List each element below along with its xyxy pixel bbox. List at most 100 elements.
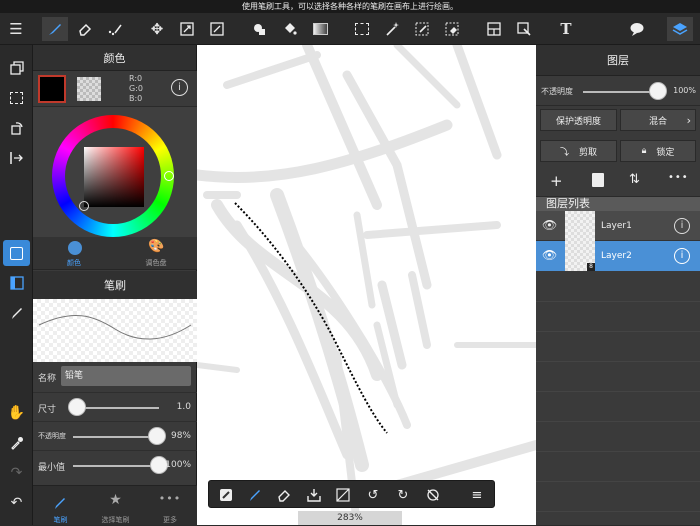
protect-alpha-button[interactable]: 保护透明度: [540, 109, 617, 131]
sub-color-swatch[interactable]: [77, 77, 101, 101]
brush-tool-icon[interactable]: [42, 17, 68, 41]
text-tool-icon[interactable]: T: [553, 17, 579, 41]
layer-list-title: 图层列表: [536, 197, 700, 211]
frame-divider-tool-icon[interactable]: [481, 17, 507, 41]
eyedropper-icon[interactable]: [3, 430, 30, 456]
lock-button[interactable]: 🔒︎ 锁定: [620, 140, 696, 162]
delete-layer-icon[interactable]: [592, 173, 604, 187]
operation-tool-icon[interactable]: [511, 17, 537, 41]
bottom-rotate-reset-icon[interactable]: [422, 485, 444, 505]
select-eraser-tool-icon[interactable]: [439, 17, 465, 41]
tab-more-label: 更多: [163, 516, 177, 524]
flip-icon[interactable]: [3, 145, 30, 171]
tab-palette[interactable]: 🎨 调色盘: [115, 237, 197, 270]
layer-opacity-knob[interactable]: [649, 82, 667, 100]
tab-color[interactable]: 颜色: [33, 237, 115, 270]
lock-label: 锁定: [656, 147, 675, 158]
main-color-swatch[interactable]: [38, 75, 66, 103]
sv-marker[interactable]: [79, 201, 89, 211]
min-row: 最小值 100%: [33, 450, 197, 478]
layer-action-row: + ⇅ •••: [536, 167, 700, 197]
layers-toggle-icon[interactable]: [667, 17, 693, 41]
fill-shape-tool-icon[interactable]: [247, 17, 273, 41]
bottom-menu-icon[interactable]: ≡: [466, 485, 488, 505]
brush-panel-toggle-icon[interactable]: [3, 270, 30, 296]
layer-thumbnail: 8: [565, 241, 595, 271]
select-pen-tool-icon[interactable]: [409, 17, 435, 41]
hue-marker[interactable]: [164, 171, 174, 181]
min-slider-track[interactable]: [73, 465, 159, 467]
opacity-slider-knob[interactable]: [148, 427, 167, 445]
rotate-layer-icon[interactable]: [3, 115, 30, 141]
rgb-g: G:0: [129, 84, 143, 93]
empty-layer-slot: [536, 301, 700, 302]
layer-row-selected[interactable]: 👁︎ 8 Layer2 i: [536, 241, 700, 271]
layer-info-icon[interactable]: i: [674, 248, 690, 264]
move-layer-icon[interactable]: ⇅: [629, 172, 640, 187]
magic-wand-tool-icon[interactable]: [379, 17, 405, 41]
hand-tool-icon[interactable]: ✋: [3, 400, 30, 426]
left-toolbar: ✋ ↷ ↶: [0, 45, 33, 525]
layer-name: Layer1: [601, 221, 632, 231]
bottom-toolbar: ↺ ↻ ≡: [208, 480, 495, 508]
min-label: 最小值: [38, 463, 66, 473]
bottom-undo-icon[interactable]: ↺: [362, 485, 384, 505]
add-layer-icon[interactable]: +: [550, 172, 563, 190]
brush-name-field[interactable]: 铅笔: [61, 366, 191, 386]
select-rect-tool-icon[interactable]: [349, 17, 375, 41]
rgb-readout: R:0 G:0 B:0: [129, 74, 143, 104]
brush-settings-icon[interactable]: [215, 485, 237, 505]
menu-icon[interactable]: ☰: [3, 17, 29, 41]
layer-opacity-label: 不透明度: [541, 87, 573, 96]
brush-bottom-tabs: 笔刷 ★ 选择笔刷 ••• 更多: [33, 485, 197, 525]
layer-thumbnail: [565, 211, 595, 241]
bottom-brush-icon[interactable]: [244, 485, 266, 505]
tab-brush[interactable]: 笔刷: [33, 486, 88, 526]
dot-pen-tool-icon[interactable]: [102, 17, 128, 41]
undo-icon[interactable]: ↶: [3, 490, 30, 516]
layer-copy-icon[interactable]: [3, 55, 30, 81]
bottom-redo-icon[interactable]: ↻: [392, 485, 414, 505]
brush-name-row: 名称 铅笔: [33, 363, 197, 391]
bottom-eraser-icon[interactable]: [273, 485, 295, 505]
redo-icon[interactable]: ↷: [3, 460, 30, 486]
layer-info-icon[interactable]: i: [674, 218, 690, 234]
selection-clear-icon[interactable]: [3, 85, 30, 111]
layer-panel: 图层 不透明度 100% 保护透明度 混合 › ⤵ 剪取 🔒︎ 锁定 + ⇅ ••• …: [536, 45, 700, 525]
empty-layer-slot: [536, 451, 700, 452]
rgb-r: R:0: [129, 74, 143, 83]
layer-opacity-track[interactable]: [583, 91, 658, 93]
layer-name: Layer2: [601, 251, 632, 261]
gradient-tool-icon[interactable]: [307, 17, 333, 41]
bottom-clear-icon[interactable]: [332, 485, 354, 505]
size-slider-knob[interactable]: [68, 398, 87, 416]
blend-button[interactable]: 混合 ›: [620, 109, 696, 131]
bucket-tool-icon[interactable]: [277, 17, 303, 41]
tab-select-brush[interactable]: ★ 选择笔刷: [88, 486, 143, 526]
brush-preview: [33, 299, 197, 362]
transform-tool-icon[interactable]: [174, 17, 200, 41]
speech-bubble-icon[interactable]: [624, 17, 650, 41]
layer-more-icon[interactable]: •••: [668, 172, 689, 183]
tab-select-brush-label: 选择笔刷: [101, 516, 130, 524]
bottom-import-icon[interactable]: [303, 485, 325, 505]
layer-row[interactable]: 👁︎ Layer1 i: [536, 211, 700, 241]
saturation-value-square[interactable]: [79, 147, 144, 211]
sketch-strokes: [197, 45, 536, 525]
eye-icon[interactable]: 👁︎: [542, 248, 557, 262]
clip-button[interactable]: ⤵ 剪取: [540, 140, 617, 162]
color-panel-toggle-icon[interactable]: [3, 240, 30, 266]
opacity-slider-track[interactable]: [73, 436, 159, 438]
drawing-canvas[interactable]: [197, 45, 536, 525]
pen-icon[interactable]: [3, 300, 30, 326]
clip-icon: ⤵: [559, 147, 569, 158]
brush-opacity-label: 不透明度: [38, 432, 66, 440]
tab-more[interactable]: ••• 更多: [143, 486, 197, 526]
eye-icon[interactable]: 👁︎: [542, 218, 557, 232]
tab-palette-label: 调色盘: [145, 259, 167, 267]
info-icon[interactable]: i: [171, 79, 188, 96]
move-tool-icon[interactable]: ✥: [144, 17, 170, 41]
deform-tool-icon[interactable]: [204, 17, 230, 41]
color-wheel-area: [33, 107, 197, 237]
eraser-tool-icon[interactable]: [72, 17, 98, 41]
